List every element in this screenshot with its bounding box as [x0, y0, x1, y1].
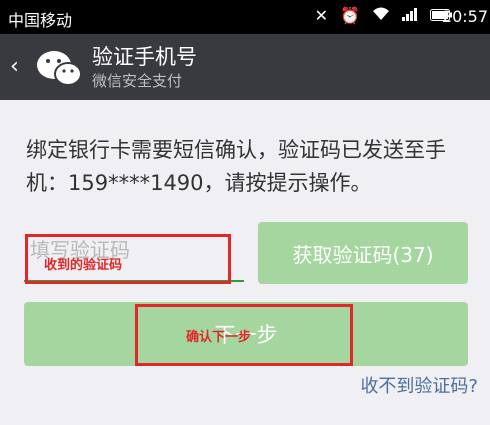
verification-description: 绑定银行卡需要短信确认，验证码已发送至手机：159****1490，请按提示操作… — [26, 138, 446, 195]
alarm-icon: ⏰ — [340, 6, 360, 25]
carrier-label: 中国移动 — [8, 11, 73, 30]
back-icon[interactable]: ‹ — [10, 54, 19, 79]
wifi-icon — [372, 6, 390, 25]
get-code-button[interactable]: 获取验证码(37) — [258, 222, 468, 284]
title-bar: ‹ 验证手机号 微信安全支付 — [0, 34, 490, 100]
input-annotation-label: 收到的验证码 — [44, 258, 123, 273]
clock-label: 20:57 — [441, 7, 488, 26]
wechat-logo-icon — [37, 51, 82, 86]
page-title: 验证手机号 — [92, 45, 197, 69]
no-code-link[interactable]: 收不到验证码? — [360, 372, 478, 398]
status-icons: ✕ ⏰ — [315, 6, 452, 25]
button-annotation-label: 确认下一步 — [186, 330, 252, 345]
signal-icon — [402, 6, 418, 25]
status-bar: 中国移动 ✕ ⏰ 20:57 — [0, 0, 490, 34]
mute-icon: ✕ — [314, 6, 329, 25]
page-subtitle: 微信安全支付 — [92, 72, 183, 90]
